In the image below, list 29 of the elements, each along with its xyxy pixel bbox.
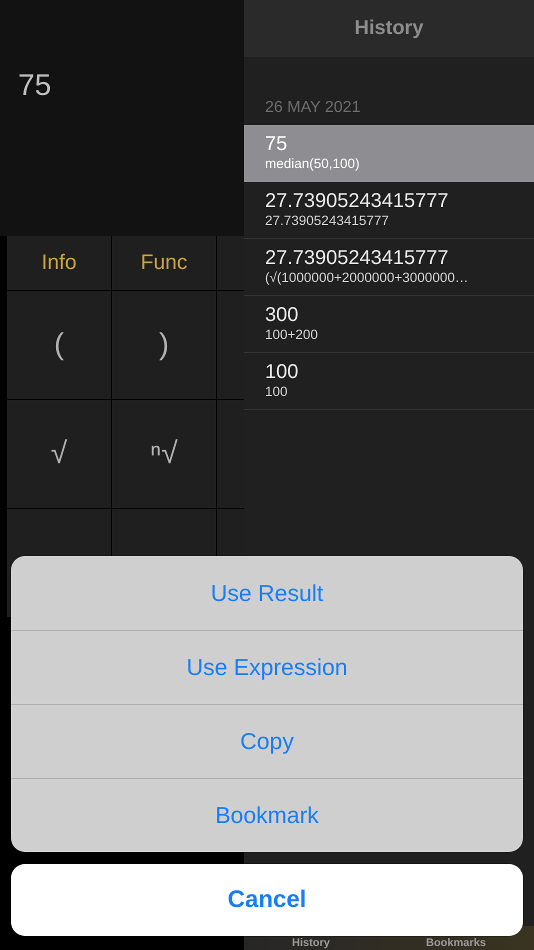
keypad-key[interactable] bbox=[217, 400, 244, 508]
history-title: History bbox=[354, 17, 424, 40]
keypad-key[interactable]: √ bbox=[7, 400, 111, 508]
keypad-key[interactable]: Func bbox=[112, 236, 216, 290]
cancel-button[interactable]: Cancel bbox=[11, 864, 523, 936]
result-text: 27.73905243415777 bbox=[265, 247, 449, 270]
history-entry[interactable]: 27.73905243415777 27.73905243415777 bbox=[244, 182, 534, 239]
expression-text: median(50,100) bbox=[265, 156, 360, 171]
display-value: 75 bbox=[18, 69, 52, 103]
tab-label[interactable]: Bookmarks bbox=[426, 937, 486, 949]
tab-label[interactable]: History bbox=[292, 937, 330, 949]
date-heading: 26 MAY 2021 bbox=[264, 98, 362, 118]
keypad-key[interactable]: ) bbox=[112, 291, 216, 399]
keypad-key[interactable]: ( bbox=[7, 291, 111, 399]
history-entry[interactable]: 100 100 bbox=[244, 353, 534, 410]
result-text: 27.73905243415777 bbox=[265, 190, 449, 213]
history-entry[interactable]: 27.73905243415777 (√(1000000+2000000+3000000… bbox=[244, 239, 534, 296]
expression-text: 100+200 bbox=[265, 327, 318, 342]
keypad-key[interactable] bbox=[217, 291, 244, 399]
result-text: 100 bbox=[265, 361, 298, 384]
expression-text: 27.73905243415777 bbox=[265, 213, 389, 228]
keypad-key[interactable] bbox=[217, 236, 244, 290]
keypad-key[interactable]: Info bbox=[7, 236, 111, 290]
expression-text: 100 bbox=[265, 384, 288, 399]
result-text: 300 bbox=[265, 304, 298, 327]
result-text: 75 bbox=[265, 133, 288, 156]
expression-text: (√(1000000+2000000+3000000… bbox=[265, 270, 468, 285]
keypad-key[interactable]: ⁿ√ bbox=[112, 400, 216, 508]
history-entry[interactable]: 300 100+200 bbox=[244, 296, 534, 353]
